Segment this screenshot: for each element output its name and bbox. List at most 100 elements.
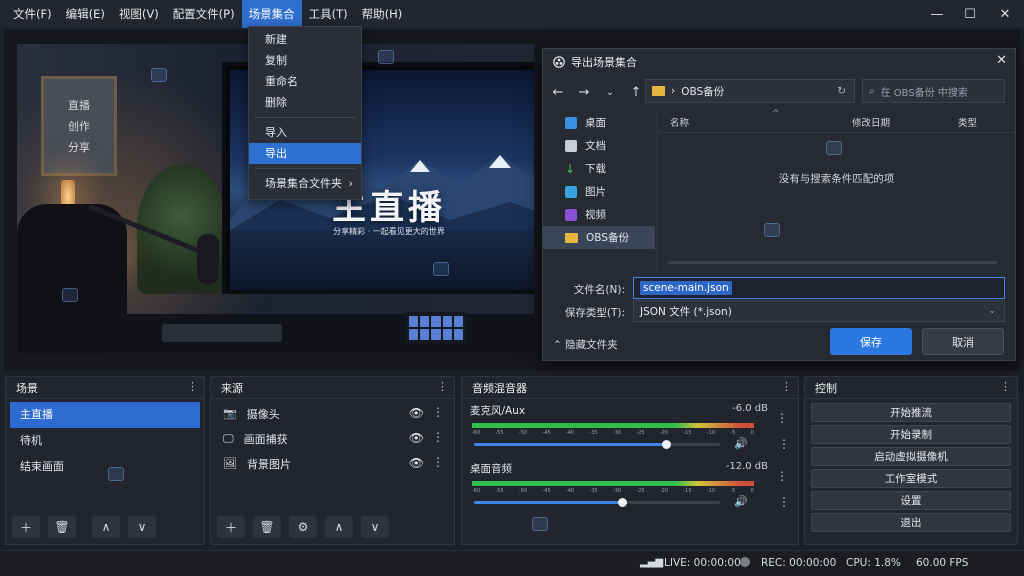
menu-tools[interactable]: 工具(T)	[302, 0, 355, 28]
menu-item-delete[interactable]: 删除	[249, 92, 361, 113]
eye-icon[interactable]: 👁	[409, 456, 424, 470]
file-list: 名称 ^ 修改日期 类型 没有与搜索条件匹配的项	[657, 109, 1015, 271]
add-icon[interactable]: ＋	[217, 516, 245, 538]
slider-knob[interactable]	[661, 440, 671, 449]
menu-item-rename[interactable]: 重命名	[249, 71, 361, 92]
eye-icon[interactable]: 👁	[409, 406, 424, 420]
chevron-down-icon[interactable]: ⌄	[599, 87, 621, 98]
chevron-right-icon: ›	[348, 177, 353, 190]
gear-icon[interactable]: ⚙	[289, 516, 317, 538]
move-down-icon[interactable]: ∨	[361, 516, 389, 538]
cancel-button[interactable]: 取消	[922, 328, 1004, 355]
forward-arrow-icon[interactable]: →	[573, 85, 595, 100]
more-vertical-icon[interactable]: ⋮	[778, 495, 790, 509]
refresh-icon[interactable]: ↻	[837, 85, 846, 97]
scene-item[interactable]: 主直播	[10, 402, 200, 428]
more-vertical-icon[interactable]: ⋮	[1000, 380, 1011, 393]
start-streaming-button[interactable]: 开始推流	[811, 403, 1011, 422]
move-up-icon[interactable]: ∧	[325, 516, 353, 538]
menu-profile[interactable]: 配置文件(P)	[166, 0, 242, 28]
meter-tick-label: -10	[706, 430, 716, 436]
scene-item[interactable]: 待机	[10, 428, 200, 454]
dock-title: 音频混音器	[472, 381, 527, 395]
poster-line: 直播	[68, 99, 90, 112]
nav-item-videos[interactable]: 视频	[543, 203, 655, 226]
minimize-icon[interactable]: —	[920, 0, 954, 28]
dialog-title: 导出场景集合	[571, 55, 637, 69]
more-vertical-icon[interactable]: ⋮	[781, 380, 792, 393]
speaker-icon[interactable]: 🔊	[734, 495, 748, 508]
slider-knob[interactable]	[617, 498, 627, 507]
menu-file[interactable]: 文件(F)	[6, 0, 59, 28]
trash-icon[interactable]: 🗑	[48, 516, 76, 538]
menu-item-import[interactable]: 导入	[249, 122, 361, 143]
meter-tick-label: -20	[659, 488, 669, 494]
menu-help[interactable]: 帮助(H)	[355, 0, 410, 28]
eye-icon[interactable]: 👁	[409, 431, 424, 445]
add-icon[interactable]: ＋	[12, 516, 40, 538]
column-type[interactable]: 类型	[958, 115, 977, 129]
scene-item[interactable]: 结束画面	[10, 454, 200, 480]
dock-title: 来源	[221, 381, 243, 395]
column-modified[interactable]: 修改日期	[852, 115, 890, 129]
menu-scene-collection[interactable]: 场景集合	[241, 0, 302, 28]
more-vertical-icon[interactable]: ⋮	[432, 405, 444, 419]
more-vertical-icon[interactable]: ⋮	[778, 437, 790, 451]
more-vertical-icon[interactable]: ⋮	[776, 469, 788, 483]
meter-tick-label: -40	[565, 430, 575, 436]
source-item[interactable]: 📷 摄像头 👁 ⋮	[211, 401, 454, 426]
move-up-icon[interactable]: ∧	[92, 516, 120, 538]
watermark-icon	[378, 50, 394, 64]
nav-item-downloads[interactable]: ↓ 下载	[543, 157, 655, 180]
volume-slider[interactable]	[474, 498, 720, 507]
more-vertical-icon[interactable]: ⋮	[437, 380, 448, 393]
trash-icon[interactable]: 🗑	[253, 516, 281, 538]
source-item[interactable]: 🖵 画面捕获 👁 ⋮	[211, 426, 454, 451]
horizontal-scrollbar[interactable]	[668, 261, 998, 264]
camera-icon: 📷	[223, 407, 237, 420]
poster-line: 分享	[68, 141, 90, 154]
menu-bar: 文件(F) 编辑(E) 视图(V) 配置文件(P) 场景集合 工具(T) 帮助(…	[0, 0, 1024, 28]
studio-mode-button[interactable]: 工作室模式	[811, 469, 1011, 488]
speaker-icon[interactable]: 🔊	[734, 437, 748, 450]
close-window-icon[interactable]: ✕	[988, 0, 1022, 28]
menu-edit[interactable]: 编辑(E)	[59, 0, 112, 28]
nav-item-obs-backup[interactable]: OBS备份	[543, 226, 655, 249]
more-vertical-icon[interactable]: ⋮	[187, 380, 198, 393]
breadcrumb-current: OBS备份	[681, 85, 725, 98]
volume-slider[interactable]	[474, 440, 720, 449]
nav-item-documents[interactable]: 文档	[543, 134, 655, 157]
source-label: 背景图片	[246, 457, 291, 471]
address-bar[interactable]: › OBS备份 ↻	[645, 79, 855, 103]
back-arrow-icon[interactable]: ←	[547, 85, 569, 100]
search-input[interactable]: ⌕ 在 OBS备份 中搜索	[862, 79, 1005, 103]
nav-item-desktop[interactable]: 桌面	[543, 111, 655, 134]
maximize-icon[interactable]: ☐	[953, 0, 987, 28]
exit-button[interactable]: 退出	[811, 513, 1011, 532]
nav-item-pictures[interactable]: 图片	[543, 180, 655, 203]
filename-input[interactable]: scene-main.json	[633, 277, 1005, 299]
column-name[interactable]: 名称	[670, 115, 689, 129]
start-virtual-camera-button[interactable]: 启动虚拟摄像机	[811, 447, 1011, 466]
meter-tick-label: -50	[518, 488, 528, 494]
menu-item-collection-folder[interactable]: 场景集合文件夹 ›	[249, 173, 361, 194]
menu-view[interactable]: 视图(V)	[112, 0, 166, 28]
fps-readout: 60.00 FPS	[916, 557, 969, 569]
menu-item-duplicate[interactable]: 复制	[249, 50, 361, 71]
source-label: 摄像头	[246, 407, 280, 421]
hide-folders-toggle[interactable]: ⌃ 隐藏文件夹	[553, 337, 618, 352]
save-button[interactable]: 保存	[830, 328, 912, 355]
start-recording-button[interactable]: 开始录制	[811, 425, 1011, 444]
menu-item-export[interactable]: 导出	[249, 143, 361, 164]
more-vertical-icon[interactable]: ⋮	[776, 411, 788, 425]
menu-divider	[255, 168, 355, 169]
more-vertical-icon[interactable]: ⋮	[432, 430, 444, 444]
filetype-select[interactable]: JSON 文件 (*.json) ⌄	[633, 300, 1005, 322]
source-item[interactable]: 🖼 背景图片 👁 ⋮	[211, 451, 454, 476]
move-down-icon[interactable]: ∨	[128, 516, 156, 538]
settings-button[interactable]: 设置	[811, 491, 1011, 510]
close-icon[interactable]: ✕	[996, 53, 1007, 68]
more-vertical-icon[interactable]: ⋮	[432, 455, 444, 469]
up-arrow-icon[interactable]: ↑	[625, 85, 647, 100]
menu-item-new[interactable]: 新建	[249, 29, 361, 50]
